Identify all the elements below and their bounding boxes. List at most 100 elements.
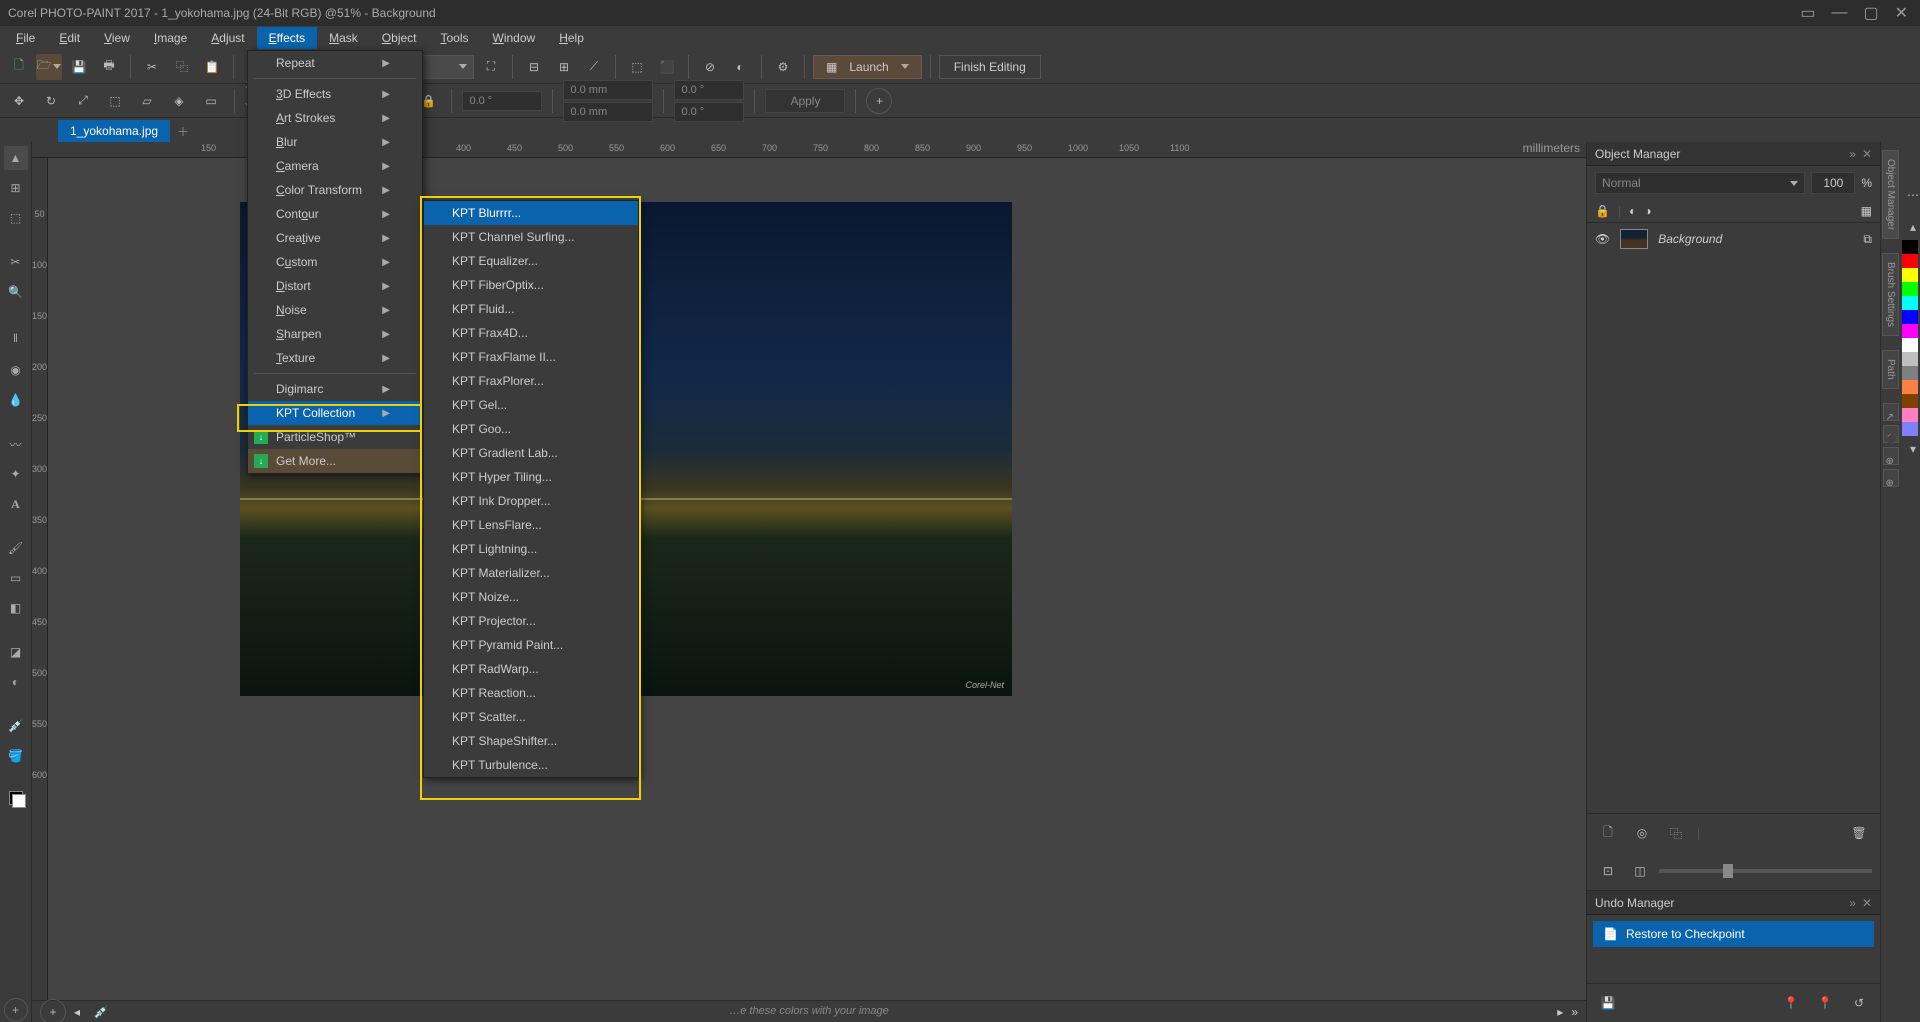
new-lens-button[interactable]: ◎	[1629, 820, 1655, 846]
palette-menu-icon[interactable]: ⋯	[1900, 182, 1920, 208]
close-button[interactable]: ✕	[1891, 3, 1912, 23]
kpt-item-kpt-fiberoptix-[interactable]: KPT FiberOptix...	[424, 273, 638, 297]
size-tool[interactable]: ⬚	[102, 88, 128, 114]
paste-button[interactable]: 📋	[199, 54, 225, 80]
color-swatch[interactable]	[1902, 324, 1918, 338]
kpt-item-kpt-fraxplorer-[interactable]: KPT FraxPlorer...	[424, 369, 638, 393]
fullscreen-button[interactable]: ⛶	[478, 54, 504, 80]
kpt-item-kpt-fraxflame-ii-[interactable]: KPT FraxFlame II...	[424, 345, 638, 369]
undo-item[interactable]: 📄 Restore to Checkpoint	[1593, 921, 1874, 947]
kpt-item-kpt-pyramid-paint-[interactable]: KPT Pyramid Paint...	[424, 633, 638, 657]
kpt-item-kpt-projector-[interactable]: KPT Projector...	[424, 609, 638, 633]
effects-item-camera[interactable]: Camera▶	[248, 154, 422, 178]
effects-item-sharpen[interactable]: Sharpen▶	[248, 322, 422, 346]
effects-item-creative[interactable]: Creative▶	[248, 226, 422, 250]
color-swatch[interactable]	[1902, 394, 1918, 408]
kpt-item-kpt-frax4d-[interactable]: KPT Frax4D...	[424, 321, 638, 345]
kpt-item-kpt-gel-[interactable]: KPT Gel...	[424, 393, 638, 417]
rectangle-tool[interactable]: ▭	[4, 566, 28, 590]
clone-tool[interactable]: ‖	[4, 324, 28, 352]
kpt-item-kpt-channel-surfing-[interactable]: KPT Channel Surfing...	[424, 225, 638, 249]
object-row[interactable]: 👁 Background ⧉	[1587, 223, 1880, 255]
color-swatch[interactable]	[1902, 338, 1918, 352]
kpt-item-kpt-blurrrr-[interactable]: KPT Blurrrr...	[424, 201, 638, 225]
docker-menu-icon[interactable]: »	[1849, 147, 1856, 161]
checkpoint-2-button[interactable]: 📍	[1812, 990, 1838, 1016]
palette-down-icon[interactable]: ▾	[1900, 436, 1920, 462]
add-preset-button[interactable]: +	[866, 88, 892, 114]
color-swatch[interactable]	[1902, 240, 1918, 254]
kpt-item-kpt-shapeshifter-[interactable]: KPT ShapeShifter...	[424, 729, 638, 753]
finish-editing-button[interactable]: Finish Editing	[939, 55, 1041, 79]
open-button[interactable]: 🗁	[36, 54, 62, 80]
effects-item-digimarc[interactable]: Digimarc▶	[248, 377, 422, 401]
menu-effects[interactable]: Effects	[257, 27, 317, 49]
visibility-icon[interactable]: 👁	[1595, 232, 1610, 246]
effects-item-texture[interactable]: Texture▶	[248, 346, 422, 370]
zoom-tool[interactable]: 🔍	[4, 280, 28, 304]
palette-add-button[interactable]: +	[40, 999, 66, 1022]
color-swatch[interactable]	[1902, 380, 1918, 394]
menu-view[interactable]: View	[92, 27, 142, 49]
dropshadow-tool[interactable]: ◪	[4, 640, 28, 664]
skew-a-field[interactable]: 0.0 °	[674, 80, 744, 100]
mask-marquee-button[interactable]: ⬚	[624, 54, 650, 80]
color-swatch[interactable]	[1902, 268, 1918, 282]
dx-field[interactable]: 0.0 mm	[563, 80, 653, 100]
menu-edit[interactable]: Edit	[47, 27, 92, 49]
save-button[interactable]: 💾	[66, 54, 92, 80]
undo-docker-close-icon[interactable]: ✕	[1862, 896, 1872, 910]
rulers-button[interactable]: ⊟	[521, 54, 547, 80]
color-swatch[interactable]	[1902, 254, 1918, 268]
menu-adjust[interactable]: Adjust	[199, 27, 256, 49]
menu-help[interactable]: Help	[547, 27, 596, 49]
position-tool[interactable]: ✥	[6, 88, 32, 114]
eyedropper-tool[interactable]: 💉	[4, 714, 28, 738]
kpt-item-kpt-gradient-lab-[interactable]: KPT Gradient Lab...	[424, 441, 638, 465]
new-button[interactable]: 🗋	[6, 54, 32, 80]
save-script-button[interactable]: 💾	[1595, 990, 1621, 1016]
maximize-button[interactable]: ▢	[1859, 3, 1882, 23]
effects-item-noise[interactable]: Noise▶	[248, 298, 422, 322]
dy-field[interactable]: 0.0 mm	[563, 102, 653, 122]
effects-item-repeat[interactable]: Repeat▶	[248, 51, 422, 75]
kpt-item-kpt-turbulence-[interactable]: KPT Turbulence...	[424, 753, 638, 777]
eyedropper-icon[interactable]: 💉	[88, 999, 114, 1022]
docker-tab-path[interactable]: Path	[1882, 350, 1899, 389]
kpt-item-kpt-lightning-[interactable]: KPT Lightning...	[424, 537, 638, 561]
kpt-item-kpt-goo-[interactable]: KPT Goo...	[424, 417, 638, 441]
kpt-item-kpt-ink-dropper-[interactable]: KPT Ink Dropper...	[424, 489, 638, 513]
mask-transform-tool[interactable]: ⊞	[4, 176, 28, 200]
apply-button[interactable]: Apply	[765, 89, 845, 113]
clip-icon[interactable]: ◑	[1644, 204, 1651, 218]
skew-tool[interactable]: ▱	[134, 88, 160, 114]
color-swatch[interactable]	[1902, 352, 1918, 366]
launch-button[interactable]: ▦Launch	[813, 55, 922, 79]
effects-item-distort[interactable]: Distort▶	[248, 274, 422, 298]
docker-tab-icon[interactable]: ↗	[1883, 403, 1899, 421]
object-marquee-button[interactable]: ⬛	[654, 54, 680, 80]
print-button[interactable]: 🖶	[96, 54, 122, 80]
options-button[interactable]: ⚙	[770, 54, 796, 80]
thumbnail-slider[interactable]	[1659, 869, 1872, 873]
docker-tab-icon[interactable]: ⊕	[1883, 447, 1899, 465]
copy-button[interactable]: ⿻	[169, 54, 195, 80]
horizontal-scroll-end[interactable]: »	[1571, 1005, 1578, 1019]
horizontal-scroll-left[interactable]: ◂	[74, 1005, 80, 1019]
color-swatch[interactable]	[1902, 282, 1918, 296]
liquid-tool[interactable]: 〰	[4, 432, 28, 456]
horizontal-scroll-right[interactable]: ▸	[1557, 1005, 1563, 1019]
menu-object[interactable]: Object	[370, 27, 429, 49]
invert-mask-button[interactable]: ◐	[727, 54, 753, 80]
transparency-tool[interactable]: ◐	[4, 670, 28, 694]
touch-up-tool[interactable]: 💧	[4, 388, 28, 412]
document-tab[interactable]: 1_yokohama.jpg	[58, 120, 170, 142]
effects-item-blur[interactable]: Blur▶	[248, 130, 422, 154]
menu-file[interactable]: File	[4, 27, 47, 49]
docker-tab-object-manager[interactable]: Object Manager	[1882, 150, 1899, 239]
docker-tab-brush-settings[interactable]: Brush Settings	[1882, 253, 1899, 336]
undo-docker-menu-icon[interactable]: »	[1849, 896, 1856, 910]
fill-tool[interactable]: 🪣	[4, 744, 28, 768]
guidelines-button[interactable]: ⟋	[581, 54, 607, 80]
color-swatch[interactable]	[1902, 422, 1918, 436]
